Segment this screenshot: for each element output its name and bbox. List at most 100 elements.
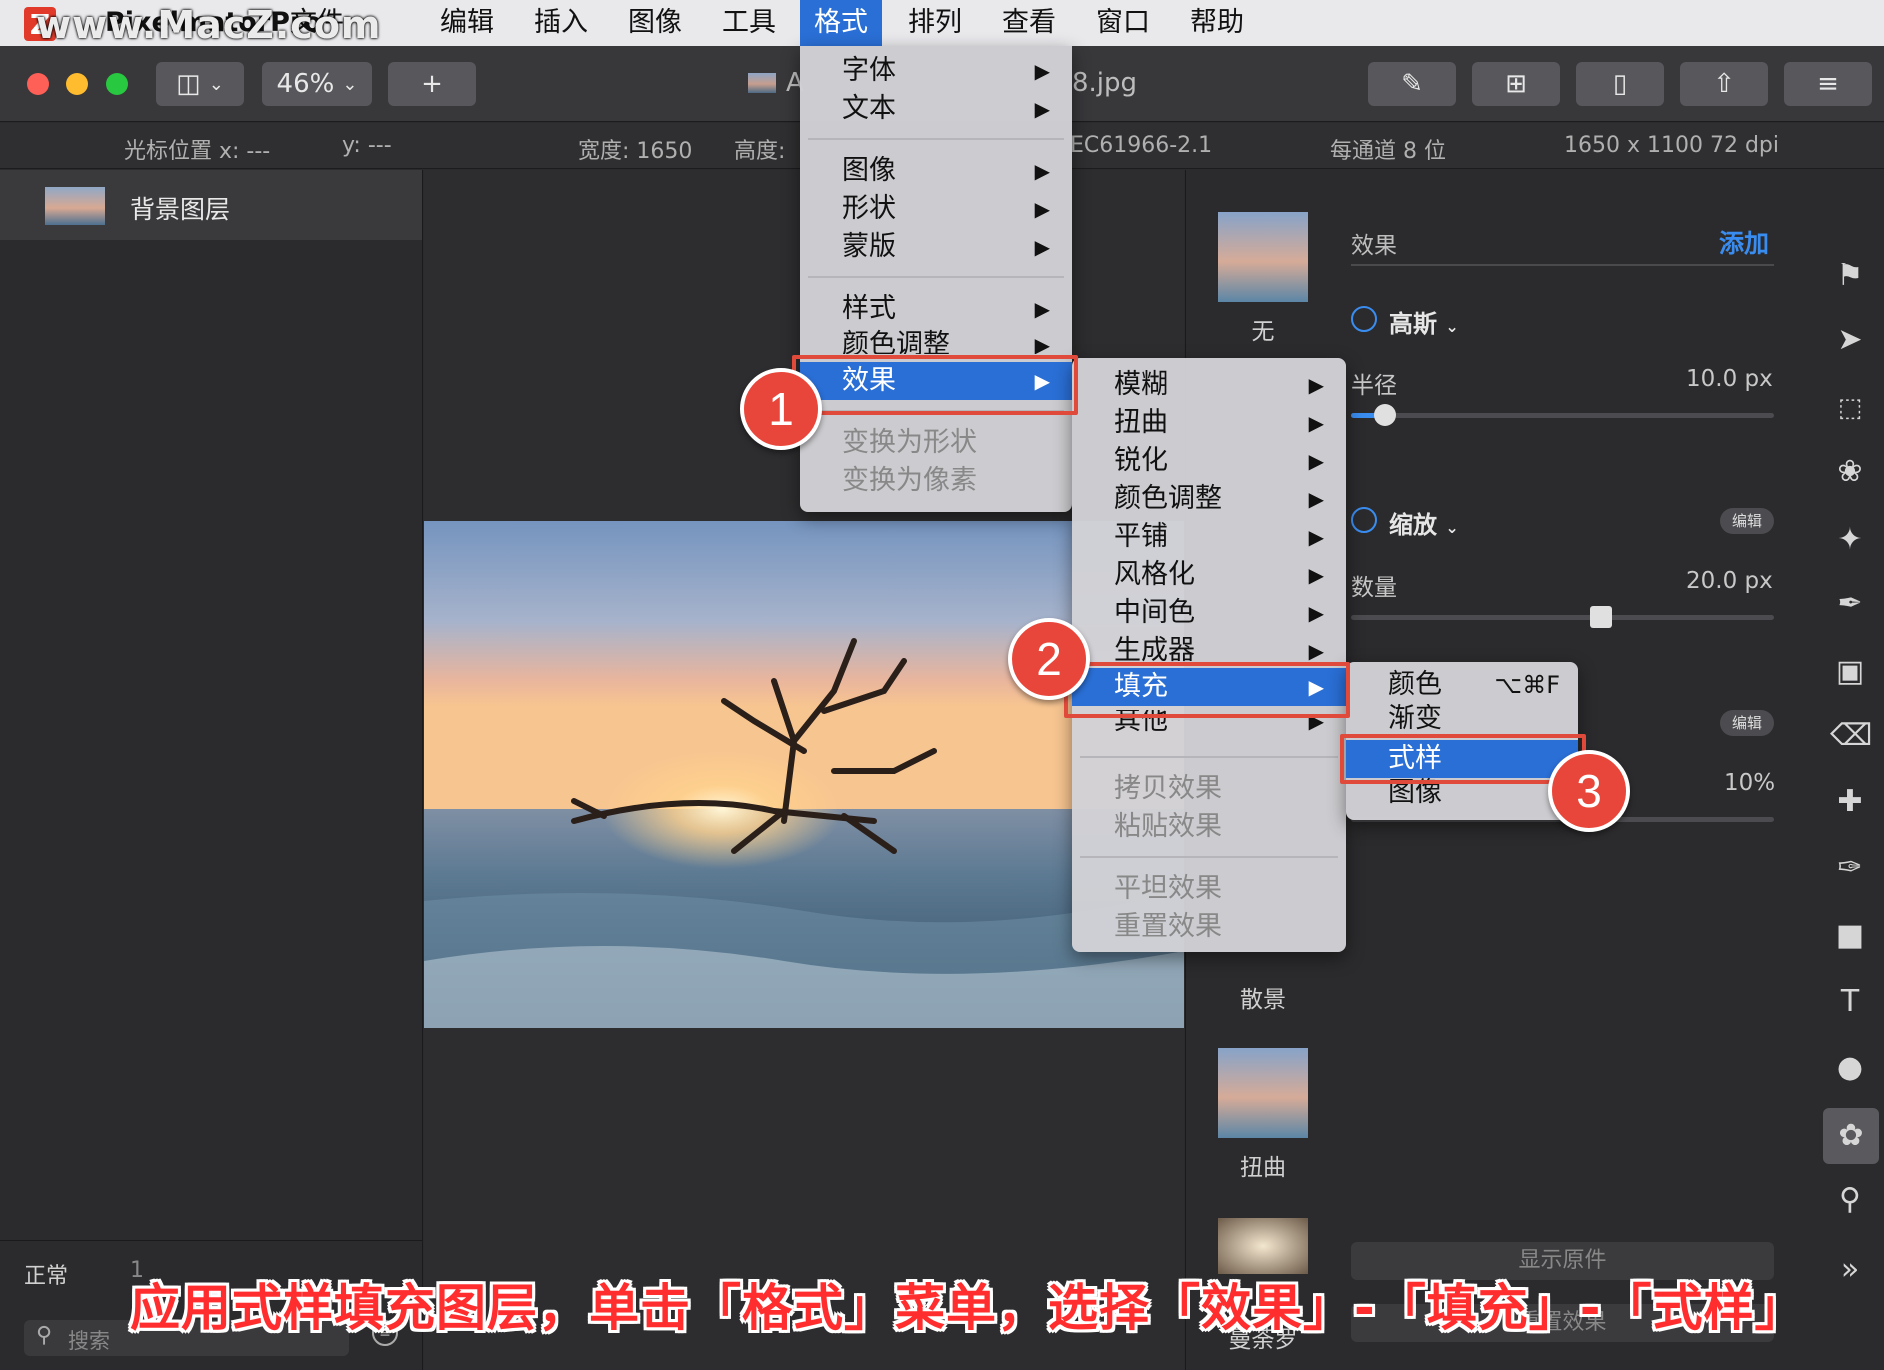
layer-row[interactable]: 背景图层 — [0, 170, 422, 240]
effect-preset-none[interactable] — [1218, 212, 1308, 302]
radius-value[interactable]: 10.0 px — [1686, 366, 1773, 392]
effects-title: 效果 — [1351, 233, 1397, 259]
menu-arrange[interactable]: 排列 — [894, 0, 976, 46]
menu-item-label: 字体 — [842, 55, 896, 86]
menu-item-image[interactable]: 图像 ▶ — [800, 152, 1072, 190]
third-effect-value[interactable]: 10% — [1724, 770, 1775, 796]
zoom-effect-name[interactable]: 缩放 ⌄ — [1389, 505, 1459, 540]
paintbrush-icon[interactable]: ✒ — [1830, 584, 1870, 624]
submenu-item-stylize[interactable]: 风格化 ▶ — [1072, 556, 1346, 594]
menu-item-text[interactable]: 文本 ▶ — [800, 90, 1072, 128]
menu-window[interactable]: 窗口 — [1082, 0, 1164, 46]
submenu-arrow-icon: ▶ — [1034, 297, 1050, 321]
amount-slider-knob[interactable] — [1589, 606, 1612, 628]
color-adjust-icon[interactable]: ● — [1830, 1048, 1870, 1088]
submenu-item-blur[interactable]: 模糊 ▶ — [1072, 366, 1346, 404]
arrow-pointer-icon[interactable]: ➤ — [1830, 320, 1870, 360]
crop-button[interactable]: ⊞ — [1472, 62, 1560, 106]
eraser-icon[interactable]: ⌫ — [1830, 716, 1872, 756]
amount-value[interactable]: 20.0 px — [1686, 568, 1773, 594]
submenu-item-halftone[interactable]: 中间色 ▶ — [1072, 594, 1346, 632]
menu-item-mask[interactable]: 蒙版 ▶ — [800, 228, 1072, 266]
zoom-select[interactable]: 46% ⌄ — [262, 62, 372, 106]
cursor-y: y: --- — [342, 133, 392, 158]
submenu-item-sharpen[interactable]: 锐化 ▶ — [1072, 442, 1346, 480]
menu-separator — [808, 138, 1064, 140]
format-menu: 字体 ▶ 文本 ▶ 图像 ▶ 形状 ▶ 蒙版 ▶ 样式 ▶ 颜色调整 ▶ 效果 ▶ 变换为形状 … — [800, 46, 1072, 512]
chevron-down-icon: ⌄ — [208, 73, 224, 95]
amount-slider[interactable] — [1351, 615, 1774, 620]
menu-image[interactable]: 图像 — [614, 0, 696, 46]
menu-insert[interactable]: 插入 — [520, 0, 602, 46]
share-button[interactable]: ⇧ — [1680, 62, 1768, 106]
effect-preset-mandala[interactable] — [1218, 1218, 1308, 1274]
zoom-edit-button[interactable]: 编辑 — [1720, 508, 1774, 534]
pen-icon[interactable]: ✑ — [1830, 848, 1870, 888]
lasso-icon[interactable]: ❀ — [1830, 452, 1870, 492]
zoom-effect-toggle[interactable] — [1351, 507, 1377, 533]
gaussian-effect-name[interactable]: 高斯 ⌄ — [1389, 304, 1459, 339]
third-effect-edit-button[interactable]: 编辑 — [1720, 710, 1774, 736]
image-height: 高度: — [734, 139, 786, 164]
menu-item-label: 扭曲 — [1114, 407, 1168, 438]
close-window-button[interactable] — [27, 73, 49, 95]
menu-item-color-adjust[interactable]: 颜色调整 ▶ — [800, 326, 1072, 354]
submenu-arrow-icon: ▶ — [1034, 159, 1050, 183]
minimize-window-button[interactable] — [66, 73, 88, 95]
menu-tools[interactable]: 工具 — [708, 0, 790, 46]
rect-select-icon[interactable]: ⬚ — [1830, 388, 1870, 428]
bandage-icon[interactable]: ✚ — [1830, 782, 1870, 822]
menu-format[interactable]: 格式 — [800, 0, 882, 46]
gaussian-toggle[interactable] — [1351, 306, 1377, 332]
more-tools-icon[interactable]: » — [1830, 1250, 1870, 1290]
photo-driftwood-seascape — [424, 521, 1184, 1028]
tools-strip: ⚑ ➤ ⬚ ❀ ✦ ✒ ▣ ⌫ ✚ ✑ ■ T ● ✿ ⚲ » — [1816, 170, 1884, 1370]
radius-slider-knob[interactable] — [1373, 404, 1396, 426]
sidebar-toggle-button[interactable]: ◫ ⌄ — [156, 62, 244, 106]
submenu-arrow-icon: ▶ — [1034, 59, 1050, 83]
submenu-item-generator[interactable]: 生成器 ▶ — [1072, 632, 1346, 662]
paint-bucket-icon[interactable]: ⚑ — [1830, 256, 1870, 296]
submenu-arrow-icon: ▶ — [1034, 333, 1050, 354]
adjustments-button[interactable]: ≡ — [1784, 62, 1872, 106]
search-placeholder: 搜索 — [68, 1329, 110, 1353]
submenu-item-tile[interactable]: 平铺 ▶ — [1072, 518, 1346, 556]
submenu-item-copy-effects: 拷贝效果 — [1114, 773, 1222, 804]
submenu-arrow-icon: ▶ — [1308, 373, 1324, 397]
brush-tool-button[interactable]: ✎ — [1368, 62, 1456, 106]
menu-help[interactable]: 帮助 — [1176, 0, 1258, 46]
menu-edit[interactable]: 编辑 — [426, 0, 508, 46]
fill-item-gradient[interactable]: 渐变 — [1346, 704, 1578, 732]
zoom-window-button[interactable] — [106, 73, 128, 95]
add-effect-button[interactable]: 添加 — [1719, 224, 1769, 260]
document-button[interactable]: ▯ — [1576, 62, 1664, 106]
radius-slider[interactable] — [1351, 413, 1774, 418]
effects-tool-icon[interactable]: ✿ — [1823, 1108, 1879, 1164]
text-tool-icon[interactable]: T — [1830, 982, 1870, 1022]
preset-label: 无 — [1251, 319, 1275, 345]
zoom-tool-icon[interactable]: ⚲ — [1830, 1180, 1870, 1220]
blend-mode-select[interactable]: 正常 — [24, 1258, 68, 1290]
eyedropper-icon[interactable]: ✦ — [1830, 520, 1870, 560]
menu-item-shape[interactable]: 形状 ▶ — [800, 190, 1072, 228]
gradient-icon[interactable]: ▣ — [1830, 652, 1870, 692]
fill-item-color[interactable]: 颜色 ⌥⌘F — [1346, 666, 1578, 704]
radius-label: 半径 — [1351, 373, 1397, 399]
canvas-image[interactable] — [424, 521, 1184, 1028]
submenu-item-distort[interactable]: 扭曲 ▶ — [1072, 404, 1346, 442]
submenu-arrow-icon: ▶ — [1308, 449, 1324, 473]
submenu-item-color-adjust[interactable]: 颜色调整 ▶ — [1072, 480, 1346, 518]
step-3-badge: 3 — [1548, 750, 1630, 832]
divider — [1351, 264, 1774, 266]
menu-item-font[interactable]: 字体 ▶ — [800, 52, 1072, 90]
share-icon: ⇧ — [1713, 69, 1735, 99]
menu-item-label: 生成器 — [1114, 635, 1195, 662]
add-button[interactable]: + — [388, 62, 476, 106]
menu-view[interactable]: 查看 — [988, 0, 1070, 46]
effect-preset-distort[interactable] — [1218, 1048, 1308, 1138]
menu-item-style[interactable]: 样式 ▶ — [800, 290, 1072, 328]
shape-icon[interactable]: ■ — [1830, 916, 1870, 956]
effects-submenu: 模糊 ▶ 扭曲 ▶ 锐化 ▶ 颜色调整 ▶ 平铺 ▶ 风格化 ▶ 中间色 ▶ 生成器 ▶ 填充 ▶… — [1072, 358, 1346, 952]
image-width: 宽度: 1650 — [578, 139, 693, 164]
document-thumbnail — [748, 73, 776, 93]
